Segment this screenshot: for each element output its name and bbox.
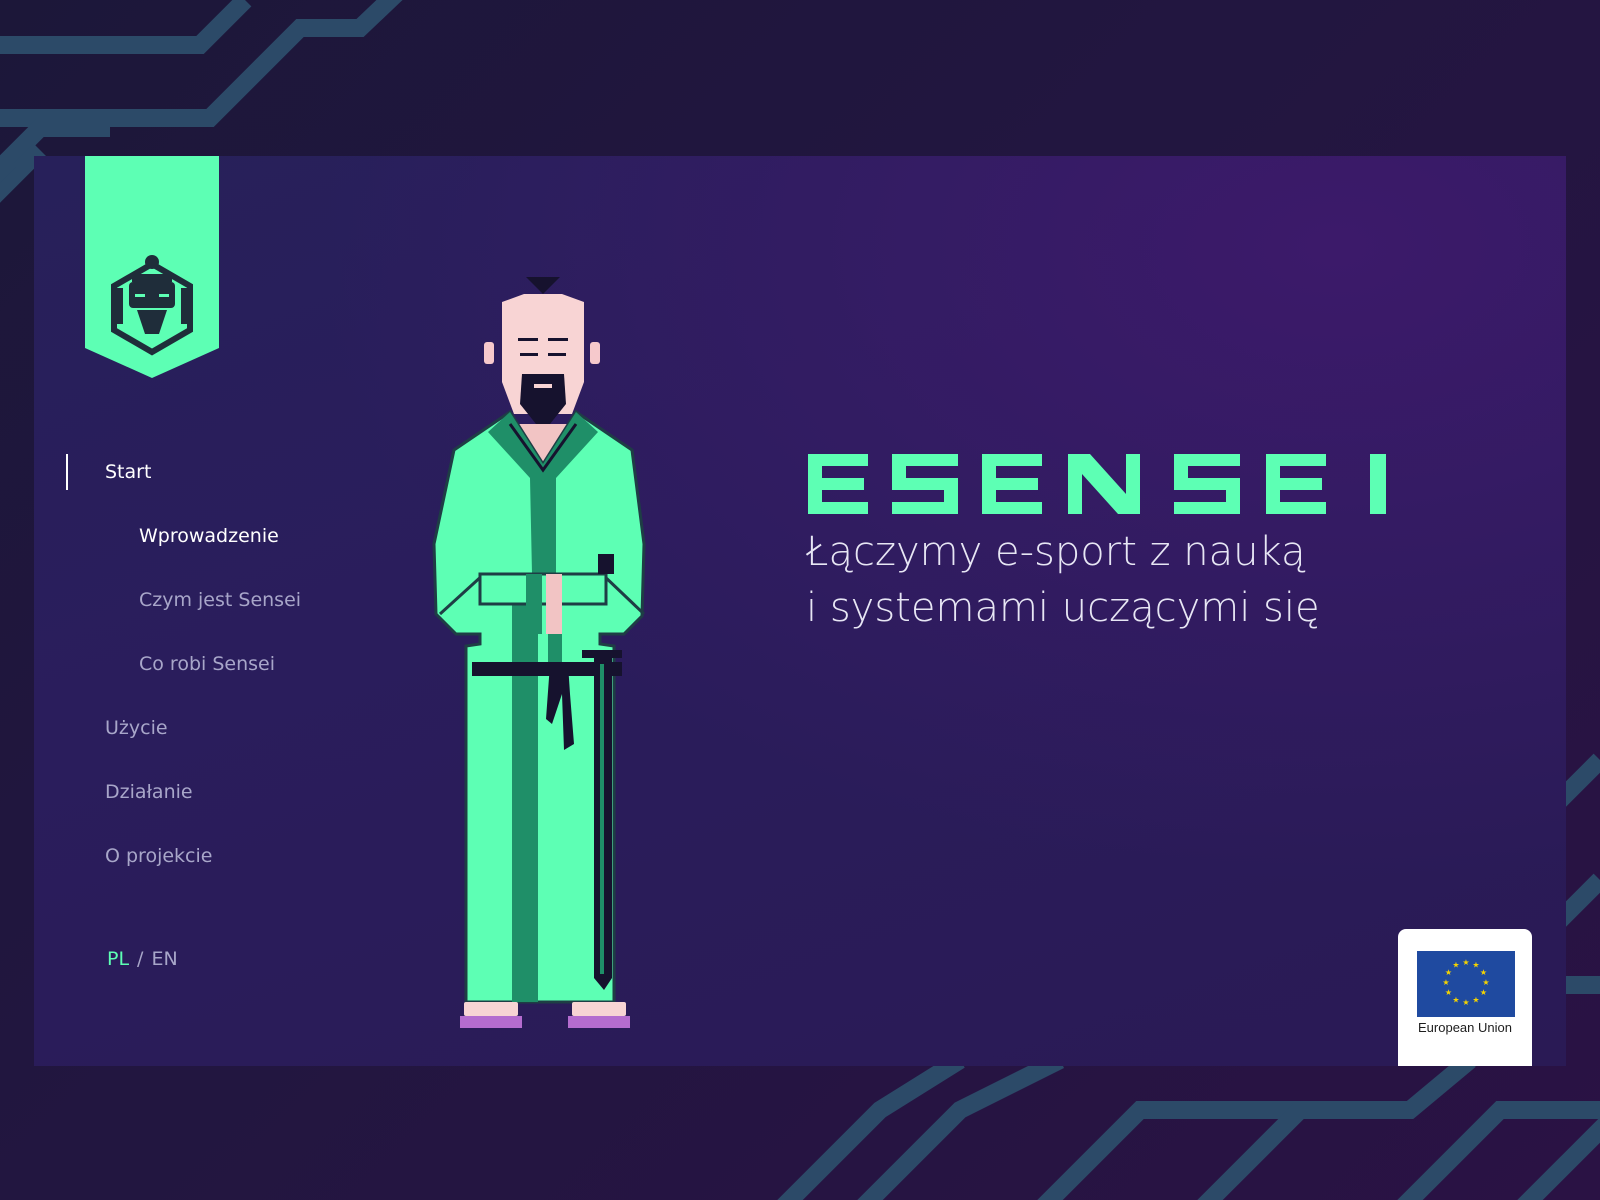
hero-card: Start Wprowadzenie Czym jest Sensei Co r… <box>34 156 1566 1066</box>
lang-separator: / <box>137 948 144 970</box>
svg-text:★: ★ <box>1462 998 1469 1007</box>
nav-item-uzycie[interactable]: Użycie <box>105 717 168 739</box>
svg-text:★: ★ <box>1480 968 1487 977</box>
eu-badge[interactable]: ★ ★ ★ ★ ★ ★ ★ ★ ★ ★ ★ ★ European Union <box>1398 929 1532 1066</box>
svg-text:★: ★ <box>1442 978 1449 987</box>
svg-text:★: ★ <box>1462 958 1469 967</box>
svg-text:★: ★ <box>1472 961 1479 970</box>
tagline-line-1: Łączymy e-sport z nauką <box>806 529 1306 575</box>
nav-item-dzialanie[interactable]: Działanie <box>105 781 193 803</box>
svg-text:★: ★ <box>1452 996 1459 1005</box>
hero-tagline: Łączymy e-sport z nauką i systemami uczą… <box>806 524 1446 636</box>
svg-text:★: ★ <box>1452 961 1459 970</box>
svg-text:★: ★ <box>1445 988 1452 997</box>
tagline-line-2: i systemami uczącymi się <box>806 585 1320 631</box>
nav-item-co-robi-sensei[interactable]: Co robi Sensei <box>139 653 275 675</box>
active-nav-indicator <box>66 454 68 490</box>
nav-item-wprowadzenie[interactable]: Wprowadzenie <box>139 525 279 547</box>
nav-item-start[interactable]: Start <box>105 461 151 483</box>
svg-text:★: ★ <box>1480 988 1487 997</box>
samurai-logo-icon[interactable] <box>85 156 219 380</box>
sensei-illustration-icon <box>432 277 646 1028</box>
svg-text:★: ★ <box>1472 996 1479 1005</box>
eu-flag-icon: ★ ★ ★ ★ ★ ★ ★ ★ ★ ★ ★ ★ <box>1417 951 1515 1017</box>
language-switcher: PL / EN <box>107 948 178 970</box>
svg-text:★: ★ <box>1445 968 1452 977</box>
svg-text:★: ★ <box>1482 978 1489 987</box>
lang-en-link[interactable]: EN <box>151 948 177 970</box>
lang-pl-link[interactable]: PL <box>107 948 129 970</box>
eu-label: European Union <box>1418 1020 1512 1035</box>
nav-item-o-projekcie[interactable]: O projekcie <box>105 845 212 867</box>
nav-item-czym-jest-sensei[interactable]: Czym jest Sensei <box>139 589 301 611</box>
esensei-wordmark-icon <box>808 454 1386 514</box>
